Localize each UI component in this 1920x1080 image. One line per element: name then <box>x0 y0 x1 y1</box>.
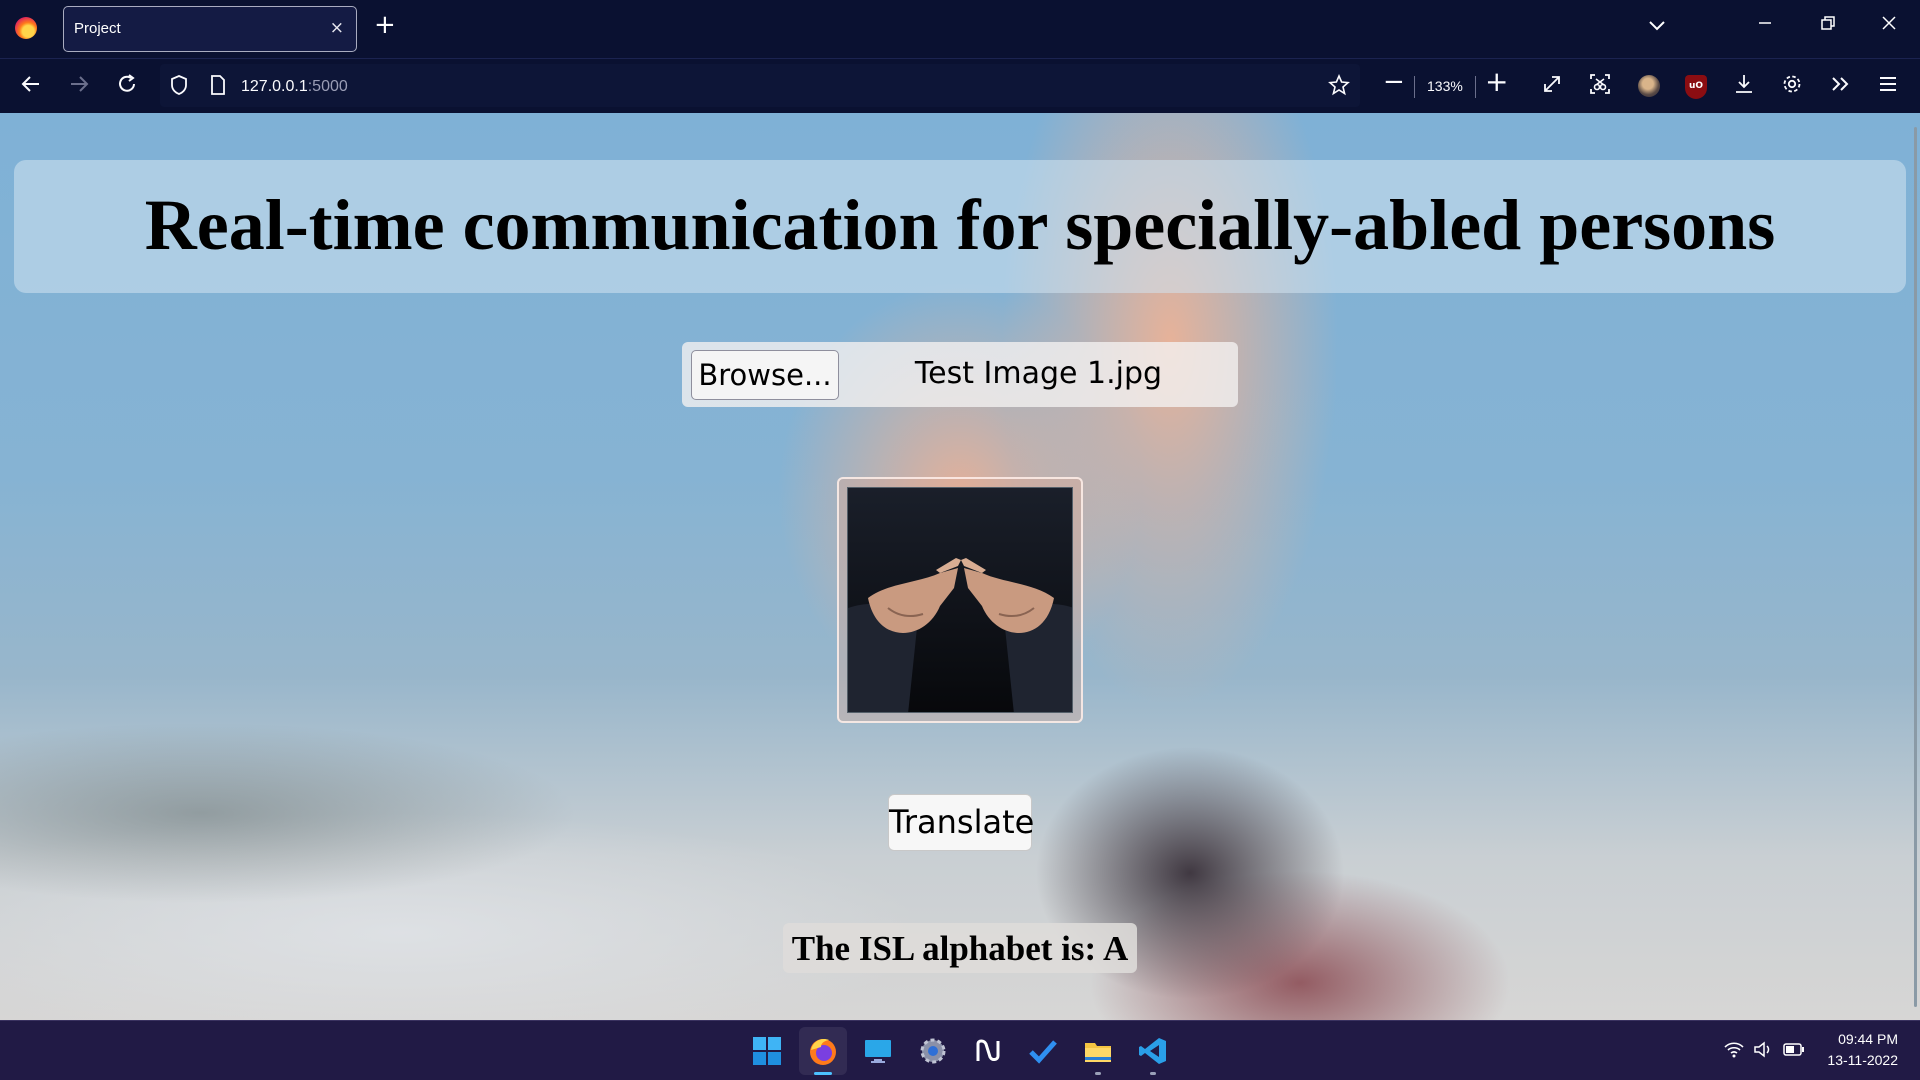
selected-file-name: Test Image 1.jpg <box>914 356 1163 391</box>
avatar-extension-icon[interactable] <box>1638 75 1660 97</box>
star-icon[interactable] <box>1328 73 1350 101</box>
download-icon[interactable] <box>1733 73 1755 100</box>
todo-icon[interactable] <box>1027 1035 1059 1067</box>
minimize-icon[interactable] <box>1757 14 1773 34</box>
title-banner: Real-time communication for specially-ab… <box>14 160 1906 293</box>
image-preview-frame <box>837 477 1083 723</box>
page-title: Real-time communication for specially-ab… <box>144 185 1776 265</box>
ublock-icon[interactable]: uO <box>1685 75 1707 99</box>
tab-project[interactable]: Project × <box>63 6 357 52</box>
browse-button[interactable]: Browse... <box>691 350 839 400</box>
shield-icon[interactable] <box>169 74 189 101</box>
new-tab-button[interactable]: + <box>374 12 396 38</box>
fullscreen-icon[interactable] <box>1541 73 1563 100</box>
clock-time[interactable]: 09:44 PM <box>1818 1031 1898 1047</box>
battery-icon[interactable] <box>1783 1041 1805 1062</box>
firefox-icon[interactable] <box>15 17 37 39</box>
windows-start-icon[interactable] <box>751 1035 783 1067</box>
close-window-icon[interactable] <box>1881 14 1897 34</box>
page-scrollbar[interactable] <box>1914 127 1917 1007</box>
tab-bar: Project × + <box>0 0 1920 58</box>
vscode-running-indicator <box>1150 1072 1156 1075</box>
result-box: The ISL alphabet is: A <box>783 923 1137 973</box>
page-content: Real-time communication for specially-ab… <box>0 113 1920 1020</box>
file-explorer-icon[interactable] <box>1082 1035 1114 1067</box>
wifi-icon[interactable] <box>1724 1041 1744 1062</box>
url-host: 127.0.0.1 <box>241 78 308 95</box>
page-icon[interactable] <box>209 74 227 101</box>
result-text: The ISL alphabet is: A <box>791 929 1129 968</box>
windows-taskbar: 09:44 PM 13-11-2022 <box>0 1020 1920 1080</box>
navigation-bar: 127.0.0.1:5000 − 133% + uO <box>0 58 1920 113</box>
reload-icon[interactable] <box>116 73 138 100</box>
zoom-out-button[interactable]: − <box>1383 69 1405 95</box>
translate-button[interactable]: Translate <box>888 794 1034 851</box>
menu-icon[interactable] <box>1877 73 1899 100</box>
back-icon[interactable] <box>20 73 42 100</box>
explorer-running-indicator <box>1095 1072 1101 1075</box>
notion-icon[interactable] <box>972 1035 1004 1067</box>
zoom-separator <box>1475 76 1476 98</box>
overflow-icon[interactable] <box>1829 73 1851 100</box>
zoom-separator <box>1414 76 1415 98</box>
volume-icon[interactable] <box>1753 1041 1773 1062</box>
settings-icon[interactable] <box>917 1035 949 1067</box>
screenshot-icon[interactable] <box>1589 73 1611 100</box>
firefox-icon[interactable] <box>807 1035 839 1067</box>
zoom-level[interactable]: 133% <box>1427 78 1463 94</box>
settings-icon[interactable] <box>1781 73 1803 100</box>
firefox-running-indicator <box>814 1072 832 1075</box>
uploaded-image-preview <box>847 487 1073 713</box>
url-text[interactable]: 127.0.0.1:5000 <box>241 78 348 96</box>
file-upload[interactable]: Browse... Test Image 1.jpg <box>682 342 1238 407</box>
forward-icon[interactable] <box>68 73 90 100</box>
zoom-in-button[interactable]: + <box>1485 68 1508 96</box>
tab-close-icon[interactable]: × <box>330 18 344 38</box>
vscode-icon[interactable] <box>1137 1035 1169 1067</box>
restore-icon[interactable] <box>1820 14 1836 34</box>
tab-title: Project <box>74 20 121 37</box>
url-port: :5000 <box>307 78 348 95</box>
desktop-icon[interactable] <box>862 1035 894 1067</box>
clock-date[interactable]: 13-11-2022 <box>1818 1052 1898 1068</box>
list-all-tabs-icon[interactable] <box>1648 16 1666 37</box>
